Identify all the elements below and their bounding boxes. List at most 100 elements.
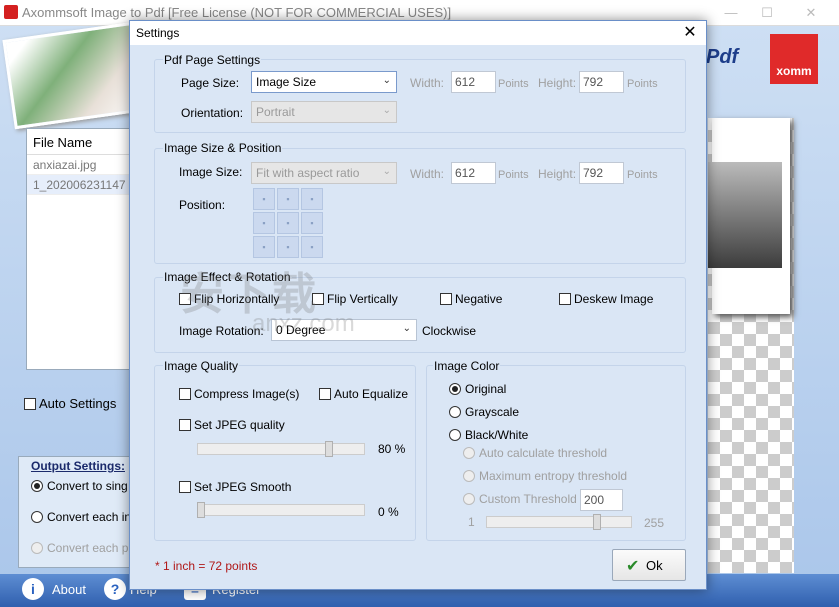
radio-dot [31,480,43,492]
help-icon: ? [104,578,126,600]
position-bottom-center[interactable]: ▪ [277,236,299,258]
jpeg-smooth-label: Set JPEG Smooth [194,480,292,494]
image-size-value: Fit with aspect ratio [256,166,360,180]
radio-dot [449,429,461,441]
about-button[interactable]: About [52,582,86,597]
dialog-close-button[interactable]: ✕ [678,23,702,43]
negative-label: Negative [455,292,503,306]
jpeg-quality-slider-track[interactable] [197,443,365,455]
page-height-label: Height: [538,76,577,90]
image-width-field[interactable]: 612 [451,162,496,184]
orientation-dropdown[interactable]: Portrait ⌄ [251,101,397,123]
checkbox-box [179,388,191,400]
auto-equalize-checkbox[interactable]: Auto Equalize [319,387,408,401]
image-height-label: Height: [538,167,577,181]
image-width-label: Width: [410,167,445,181]
page-width-field[interactable]: 612 [451,71,496,93]
jpeg-quality-checkbox[interactable]: Set JPEG quality [179,418,285,432]
checkbox-box [559,293,571,305]
image-width-unit: Points [498,169,529,181]
pdf-page-settings-title: Pdf Page Settings [163,53,262,67]
position-grid: ▪ ▪ ▪ ▪ ▪ ▪ ▪ ▪ ▪ [251,186,327,262]
image-rotation-label: Image Rotation: [179,324,264,338]
threshold-max-label: 255 [644,516,665,530]
compress-images-label: Compress Image(s) [194,387,300,401]
color-bw-radio[interactable]: Black/White [449,428,528,442]
ok-button[interactable]: ✔ Ok [612,549,686,581]
info-icon: i [22,578,44,600]
jpeg-quality-label: Set JPEG quality [194,418,285,432]
position-top-left[interactable]: ▪ [253,188,275,210]
color-original-radio[interactable]: Original [449,382,506,396]
clockwise-label: Clockwise [422,324,477,338]
file-list[interactable]: File Name anxiazai.jpg 1_202006231147 [26,128,132,370]
position-top-center[interactable]: ▪ [277,188,299,210]
deskew-image-checkbox[interactable]: Deskew Image [559,292,653,306]
radio-dot [449,383,461,395]
file-name-column-header[interactable]: File Name [27,129,131,155]
image-height-unit: Points [627,169,658,181]
auto-settings-checkbox[interactable]: Auto Settings [24,396,116,411]
compress-images-checkbox[interactable]: Compress Image(s) [179,387,299,401]
radio-dot [31,542,43,554]
image-height-field[interactable]: 792 [579,162,624,184]
position-center[interactable]: ▪ [277,212,299,234]
image-size-position-title: Image Size & Position [163,141,283,155]
position-middle-left[interactable]: ▪ [253,212,275,234]
jpeg-smooth-slider-thumb[interactable] [197,502,205,518]
main-window-title: Axommsoft Image to Pdf [Free License (NO… [22,5,452,20]
auto-threshold-radio[interactable]: Auto calculate threshold [463,446,607,460]
image-quality-title: Image Quality [163,359,240,373]
flip-vertically-checkbox[interactable]: Flip Vertically [312,292,398,306]
color-original-label: Original [465,382,507,396]
negative-checkbox[interactable]: Negative [440,292,502,306]
position-top-right[interactable]: ▪ [301,188,323,210]
chevron-down-icon: ⌄ [402,323,411,334]
dialog-titlebar: Settings ✕ [130,21,706,45]
custom-threshold-field[interactable]: 200 [580,489,623,511]
page-size-value: Image Size [256,75,317,89]
jpeg-smooth-checkbox[interactable]: Set JPEG Smooth [179,480,291,494]
maximize-button[interactable]: ☐ [752,3,782,23]
threshold-slider-thumb[interactable] [593,514,601,530]
main-close-button[interactable]: ✕ [796,3,826,23]
radio-dot [463,493,475,505]
image-size-dropdown[interactable]: Fit with aspect ratio ⌄ [251,162,397,184]
position-label: Position: [179,198,226,212]
radio-dot [449,406,461,418]
max-entropy-label: Maximum entropy threshold [479,469,628,483]
checkbox-box [179,419,191,431]
checkbox-box [319,388,331,400]
ok-label: Ok [646,558,663,573]
jpeg-smooth-slider-track[interactable] [197,504,365,516]
threshold-slider-track[interactable] [486,516,632,528]
watermark-url: anxz.com [252,310,355,337]
page-size-dropdown[interactable]: Image Size ⌄ [251,71,397,93]
file-row[interactable]: 1_202006231147 [27,175,131,195]
dialog-title: Settings [136,26,180,40]
position-middle-right[interactable]: ▪ [301,212,323,234]
orientation-value: Portrait [256,105,295,119]
output-option-label: Convert each in [47,510,132,524]
position-bottom-right[interactable]: ▪ [301,236,323,258]
minimize-button[interactable]: — [716,3,746,23]
jpeg-quality-value: 80 % [378,442,406,456]
auto-threshold-label: Auto calculate threshold [479,446,608,460]
color-grayscale-radio[interactable]: Grayscale [449,405,519,419]
output-option-convert-each-image[interactable]: Convert each in [31,510,137,524]
position-bottom-left[interactable]: ▪ [253,236,275,258]
page-size-label: Page Size: [181,76,240,90]
max-entropy-radio[interactable]: Maximum entropy threshold [463,469,627,483]
page-height-unit: Points [627,78,658,90]
color-bw-label: Black/White [465,428,529,442]
orientation-label: Orientation: [181,106,244,120]
color-grayscale-label: Grayscale [465,405,520,419]
jpeg-quality-slider-thumb[interactable] [325,441,333,457]
page-height-field[interactable]: 792 [579,71,624,93]
file-row[interactable]: anxiazai.jpg [27,155,131,175]
output-settings-title: Output Settings: [31,459,125,473]
custom-threshold-radio[interactable]: Custom Threshold [463,492,577,506]
output-option-convert-single[interactable]: Convert to sing [31,479,137,493]
output-option-convert-each-page[interactable]: Convert each p [31,541,137,555]
output-settings-panel: Output Settings: Convert to sing Convert… [18,456,136,568]
